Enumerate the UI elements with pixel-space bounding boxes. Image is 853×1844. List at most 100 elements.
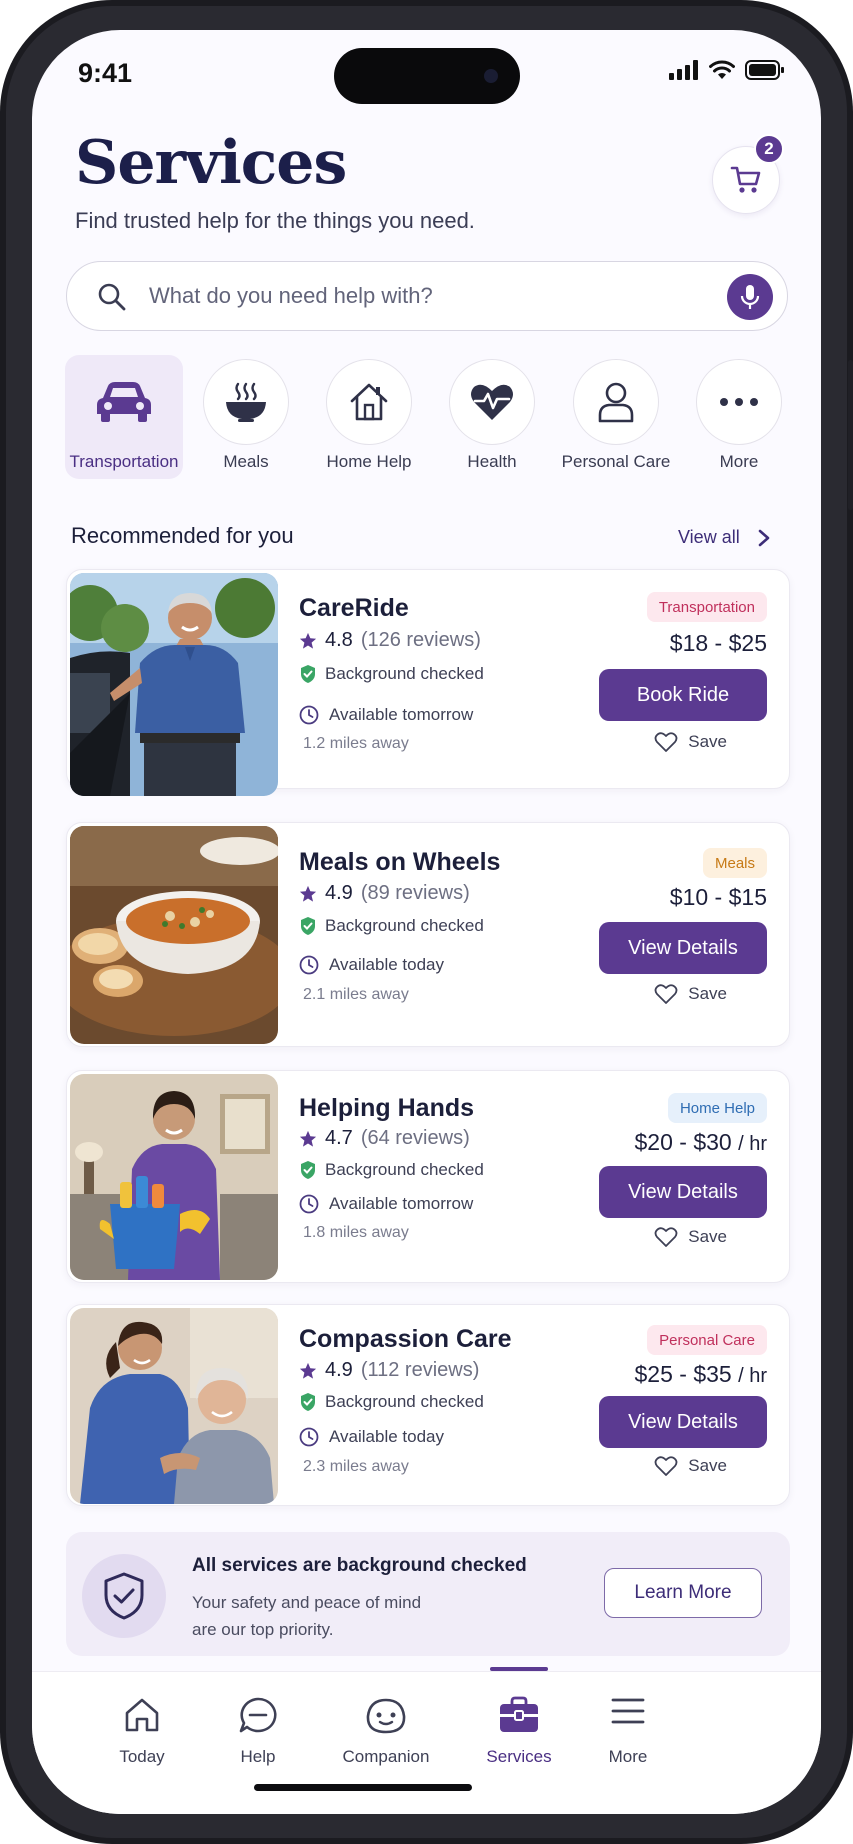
save-button[interactable]: Save — [654, 983, 727, 1005]
tab-help[interactable]: Help — [198, 1672, 318, 1782]
page-subtitle: Find trusted help for the things you nee… — [75, 208, 475, 233]
category-meals[interactable]: Meals — [187, 355, 305, 479]
background-check: Background checked — [299, 1392, 484, 1412]
price-unit: / hr — [738, 1365, 767, 1387]
tab-label: Companion — [342, 1747, 430, 1766]
save-button[interactable]: Save — [654, 1455, 727, 1477]
tab-icon-wrap — [459, 1696, 579, 1734]
category-tag: Meals — [702, 848, 767, 878]
ellipsis-icon — [720, 398, 758, 406]
wifi-icon — [709, 60, 735, 79]
service-price: $18 - $25 — [670, 630, 767, 657]
car-icon — [97, 382, 151, 422]
view-details-button[interactable]: View Details — [599, 922, 767, 974]
background-check: Background checked — [299, 664, 484, 684]
clock-icon — [299, 1427, 319, 1447]
section-title: Recommended for you — [71, 523, 294, 548]
service-card[interactable]: Compassion Care 4.9 (112 reviews) Backgr… — [66, 1304, 790, 1506]
view-all-link[interactable]: View all — [678, 527, 770, 548]
shield-check-icon — [301, 665, 315, 683]
home-icon — [125, 1698, 159, 1732]
category-transportation[interactable]: Transportation — [65, 355, 183, 479]
learn-more-button[interactable]: Learn More — [604, 1568, 762, 1618]
bottom-tab-bar: Today Help Companion Services More — [32, 1667, 821, 1814]
save-label: Save — [688, 732, 727, 751]
availability-label: Available today — [329, 1427, 444, 1446]
side-button — [848, 360, 853, 510]
tab-more[interactable]: More — [568, 1672, 688, 1782]
menu-icon — [611, 1698, 645, 1724]
service-card[interactable]: CareRide 4.8 (126 reviews) Background ch… — [66, 569, 790, 796]
search-icon — [98, 283, 126, 311]
category-more[interactable]: More — [680, 355, 798, 479]
tab-today[interactable]: Today — [82, 1672, 202, 1782]
rating-value: 4.9 — [325, 882, 353, 904]
save-button[interactable]: Save — [654, 1226, 727, 1248]
review-count: (112 reviews) — [360, 1359, 480, 1381]
category-icon-wrap — [326, 359, 412, 445]
service-price: $25 - $35 / hr — [635, 1361, 768, 1388]
category-home-help[interactable]: Home Help — [310, 355, 428, 479]
home-indicator[interactable] — [254, 1784, 472, 1791]
category-tag: Transportation — [646, 592, 767, 622]
tab-icon-wrap — [326, 1696, 446, 1736]
view-details-button[interactable]: View Details — [599, 1396, 767, 1448]
service-rating: 4.9 (112 reviews) — [299, 1359, 479, 1382]
category-label: More — [719, 452, 759, 471]
book-ride-button[interactable]: Book Ride — [599, 669, 767, 721]
service-name: CareRide — [299, 594, 409, 622]
heart-pulse-icon — [471, 384, 513, 420]
service-name: Meals on Wheels — [299, 848, 501, 876]
category-icon-wrap — [573, 359, 659, 445]
price-range: $18 - $25 — [669, 630, 767, 656]
shield-check-icon — [301, 917, 315, 935]
service-card[interactable]: Meals on Wheels 4.9 (89 reviews) Backgro… — [66, 822, 790, 1047]
voice-search-button[interactable] — [727, 274, 773, 320]
category-health[interactable]: Health — [433, 355, 551, 479]
service-distance: 1.8 miles away — [303, 1224, 409, 1241]
camera-dot — [484, 69, 498, 83]
price-unit: / hr — [738, 1133, 767, 1155]
tab-companion[interactable]: Companion — [326, 1672, 446, 1782]
category-label: Transportation — [69, 452, 179, 471]
service-card[interactable]: Helping Hands 4.7 (64 reviews) Backgroun… — [66, 1070, 790, 1283]
page-title: Services — [75, 128, 347, 198]
view-all-label: View all — [678, 527, 740, 547]
safety-banner: All services are background checked Your… — [66, 1532, 790, 1656]
view-details-button[interactable]: View Details — [599, 1166, 767, 1218]
clock-icon — [299, 705, 319, 725]
battery-icon — [745, 60, 784, 80]
price-range: $25 - $35 — [634, 1361, 732, 1387]
service-name: Helping Hands — [299, 1094, 475, 1122]
category-personal-care[interactable]: Personal Care — [557, 355, 675, 479]
service-price: $20 - $30 / hr — [635, 1129, 768, 1156]
tab-label: Today — [119, 1747, 165, 1766]
rating-value: 4.9 — [325, 1359, 353, 1381]
clock-icon — [299, 1194, 319, 1214]
save-button[interactable]: Save — [654, 731, 727, 753]
heart-outline-icon — [654, 984, 678, 1004]
availability: Available today — [299, 955, 444, 975]
star-icon — [299, 885, 317, 902]
tab-services[interactable]: Services — [459, 1667, 579, 1782]
heart-outline-icon — [654, 732, 678, 752]
bowl-icon — [226, 382, 266, 422]
service-distance: 2.1 miles away — [303, 986, 409, 1003]
search-bar[interactable] — [66, 261, 788, 331]
briefcase-icon — [500, 1696, 538, 1732]
microphone-icon — [740, 285, 760, 309]
service-distance: 1.2 miles away — [303, 735, 409, 752]
chevron-right-icon — [758, 529, 770, 546]
review-count: (64 reviews) — [360, 1127, 470, 1149]
background-check: Background checked — [299, 1160, 484, 1180]
save-label: Save — [688, 1227, 727, 1246]
search-input[interactable] — [149, 276, 689, 316]
category-label: Health — [467, 452, 517, 471]
service-price: $10 - $15 — [670, 884, 767, 911]
category-icon-wrap — [696, 359, 782, 445]
signal-icon — [669, 60, 698, 80]
banner-subtitle: Your safety and peace of mind are our to… — [192, 1589, 492, 1643]
service-rating: 4.8 (126 reviews) — [299, 629, 481, 652]
shield-check-icon — [301, 1161, 315, 1179]
shield-check-icon — [104, 1572, 144, 1620]
